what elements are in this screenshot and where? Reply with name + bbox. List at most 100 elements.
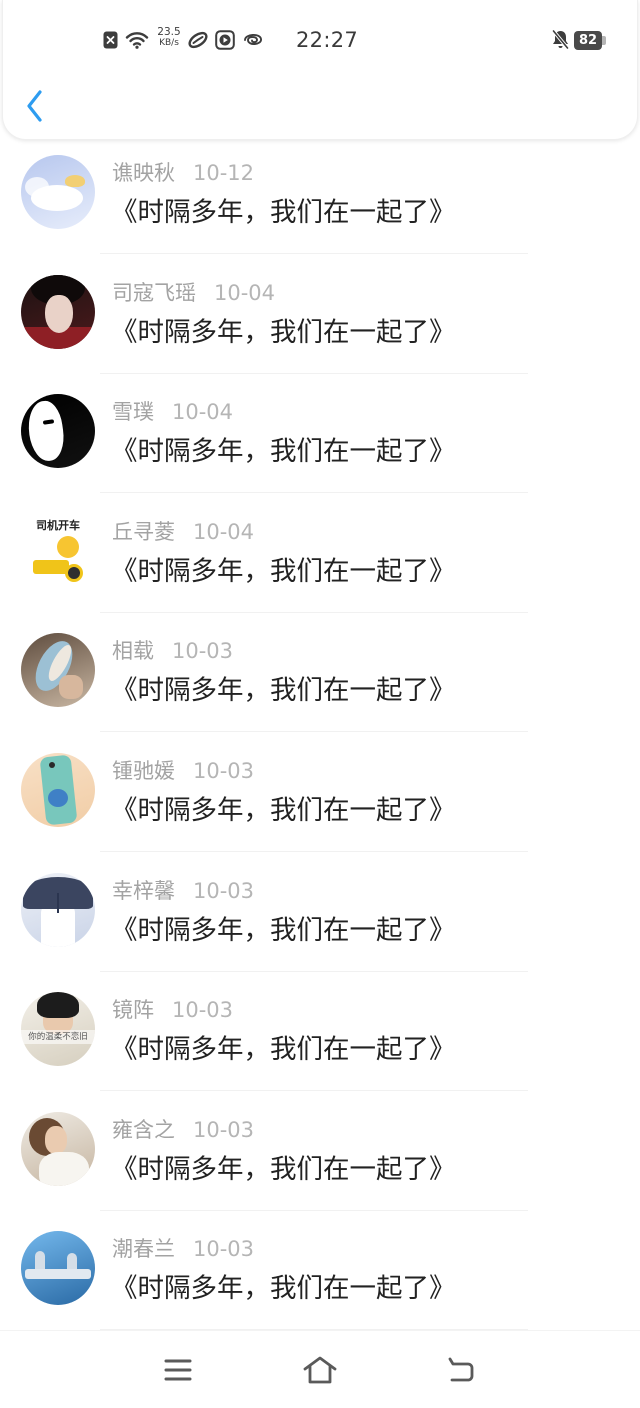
avatar[interactable]	[21, 752, 95, 827]
avatar-picture-part	[65, 175, 85, 187]
avatar-picture-part	[59, 675, 83, 700]
system-nav-bar	[0, 1330, 640, 1408]
item-meta: 司寇飞瑶 10-04	[112, 279, 275, 307]
comment-list: 谯映秋 10-12 《时隔多年，我们在一起了》 司寇飞瑶 10-04 《时隔多年，我…	[0, 135, 640, 1330]
bell-off-icon	[551, 29, 570, 54]
post-date: 10-03	[193, 1117, 255, 1142]
post-title: 《时隔多年，我们在一起了》	[111, 1153, 456, 1185]
avatar[interactable]	[21, 1111, 95, 1186]
back-icon	[448, 1357, 474, 1382]
avatar[interactable]: 司机开车	[21, 513, 95, 588]
avatar-caption: 司机开车	[36, 518, 80, 532]
home-button[interactable]	[280, 1331, 360, 1408]
user-name: 潮春兰	[112, 1237, 175, 1262]
post-title: 《时隔多年，我们在一起了》	[111, 197, 456, 228]
list-item[interactable]: 潮春兰 10-03 《时隔多年，我们在一起了》	[0, 1211, 640, 1330]
avatar-picture-part	[39, 1151, 89, 1186]
item-meta: 谯映秋 10-12	[112, 159, 254, 187]
list-item[interactable]: 司机开车 丘寻菱 10-04 《时隔多年，我们在一起了》	[0, 494, 640, 614]
network-speed-unit: KB/s	[159, 38, 179, 48]
avatar-picture-part	[48, 788, 68, 807]
item-meta: 丘寻菱 10-04	[112, 518, 254, 546]
avatar[interactable]: 你的温柔不恋旧	[21, 992, 95, 1067]
top-bar: 23.5 KB/s 22:27 82	[2, 0, 638, 140]
post-title: 《时隔多年，我们在一起了》	[111, 1034, 456, 1066]
avatar-picture-part	[25, 1269, 91, 1280]
battery-tip	[602, 36, 606, 45]
item-meta: 雍含之 10-03	[112, 1116, 254, 1144]
post-date: 10-04	[172, 400, 234, 425]
avatar[interactable]	[21, 1231, 95, 1306]
battery-icon: 82	[574, 31, 602, 50]
avatar-picture-part	[57, 535, 79, 558]
loop-icon	[187, 30, 209, 54]
wifi-icon	[125, 31, 149, 53]
user-name: 幸梓馨	[112, 878, 175, 903]
clock-time: 22:27	[296, 28, 359, 52]
menu-button[interactable]	[138, 1331, 218, 1408]
list-item[interactable]: 你的温柔不恋旧 镜阵 10-03 《时隔多年，我们在一起了》	[0, 972, 640, 1092]
avatar[interactable]	[21, 274, 95, 349]
post-title: 《时隔多年，我们在一起了》	[111, 316, 456, 348]
item-meta: 幸梓馨 10-03	[112, 877, 254, 905]
post-title: 《时隔多年，我们在一起了》	[111, 1273, 456, 1305]
user-name: 锺驰媛	[112, 758, 175, 783]
avatar[interactable]	[21, 155, 95, 229]
spiral-icon	[242, 31, 263, 52]
avatar-picture-part	[24, 399, 68, 464]
network-speed: 23.5 KB/s	[154, 27, 184, 49]
user-name: 雍含之	[112, 1117, 175, 1142]
post-date: 10-04	[214, 280, 276, 305]
user-name: 相载	[112, 639, 154, 664]
avatar[interactable]	[21, 394, 95, 469]
avatar-picture-part	[37, 992, 79, 1019]
item-meta: 锺驰媛 10-03	[112, 757, 254, 785]
list-item[interactable]: 相载 10-03 《时隔多年，我们在一起了》	[0, 613, 640, 733]
post-date: 10-03	[172, 639, 234, 664]
avatar-caption: 你的温柔不恋旧	[28, 1032, 88, 1043]
list-item[interactable]: 锺驰媛 10-03 《时隔多年，我们在一起了》	[0, 733, 640, 853]
post-title: 《时隔多年，我们在一起了》	[111, 794, 456, 826]
post-date: 10-03	[193, 1237, 255, 1262]
post-date: 10-03	[172, 998, 234, 1023]
item-meta: 镜阵 10-03	[112, 996, 233, 1024]
post-date: 10-03	[193, 878, 255, 903]
network-speed-value: 23.5	[157, 26, 181, 38]
post-title: 《时隔多年，我们在一起了》	[111, 436, 456, 468]
post-title: 《时隔多年，我们在一起了》	[111, 675, 456, 707]
list-item[interactable]: 谯映秋 10-12 《时隔多年，我们在一起了》	[0, 135, 640, 255]
home-icon	[303, 1356, 337, 1384]
post-date: 10-04	[193, 519, 255, 544]
chevron-left-icon	[27, 90, 42, 122]
user-name: 雪璞	[112, 400, 154, 425]
user-name: 丘寻菱	[112, 519, 175, 544]
item-meta: 潮春兰 10-03	[112, 1235, 254, 1263]
post-title: 《时隔多年，我们在一起了》	[111, 914, 456, 946]
avatar-picture-part	[45, 1125, 67, 1154]
avatar-picture-part	[65, 563, 83, 582]
avatar[interactable]	[21, 633, 95, 708]
avatar[interactable]	[21, 872, 95, 947]
list-item[interactable]: 幸梓馨 10-03 《时隔多年，我们在一起了》	[0, 853, 640, 973]
avatar-picture-part	[57, 892, 59, 913]
avatar-picture-part	[49, 761, 55, 768]
user-name: 镜阵	[112, 998, 154, 1023]
battery-level: 82	[578, 33, 598, 48]
back-button[interactable]	[19, 84, 53, 128]
item-meta: 相载 10-03	[112, 637, 233, 665]
post-date: 10-03	[193, 758, 255, 783]
avatar-picture-part	[33, 559, 69, 574]
post-date: 10-12	[193, 161, 255, 185]
close-box-icon	[103, 31, 118, 53]
play-icon	[215, 30, 235, 54]
back-nav-button[interactable]	[421, 1331, 501, 1408]
avatar-picture-part	[45, 294, 73, 333]
post-title: 《时隔多年，我们在一起了》	[111, 555, 456, 587]
list-item[interactable]: 司寇飞瑶 10-04 《时隔多年，我们在一起了》	[0, 255, 640, 375]
item-meta: 雪璞 10-04	[112, 398, 233, 426]
list-item[interactable]: 雍含之 10-03 《时隔多年，我们在一起了》	[0, 1092, 640, 1212]
list-item[interactable]: 雪璞 10-04 《时隔多年，我们在一起了》	[0, 374, 640, 494]
user-name: 谯映秋	[112, 161, 175, 185]
user-name: 司寇飞瑶	[112, 280, 196, 305]
avatar-picture-part	[25, 177, 49, 197]
